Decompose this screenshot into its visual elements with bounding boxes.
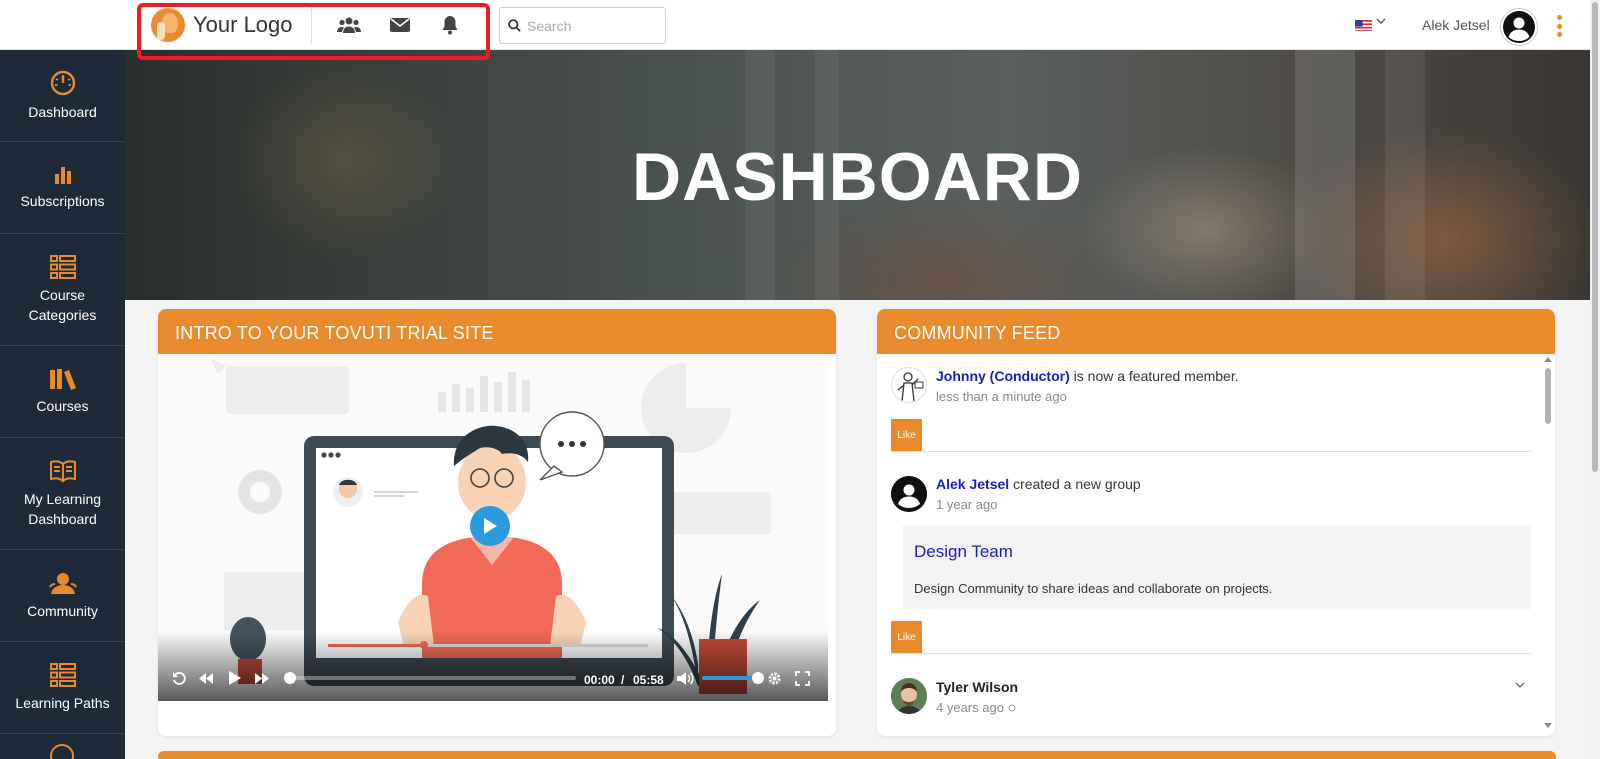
sidebar-next-item-icon[interactable] (50, 744, 74, 759)
sidebar-item-label: Courses (36, 397, 89, 414)
video-player[interactable]: 00:00 / 05:58 (158, 354, 828, 701)
category-list-icon (49, 254, 76, 279)
feed-item-time: less than a minute ago (936, 389, 1067, 404)
next-card-header (158, 751, 1556, 759)
sidebar-item-courses[interactable]: Courses (0, 346, 125, 438)
settings-gear-icon[interactable] (767, 671, 782, 686)
sidebar-item-label: Subscriptions (20, 192, 105, 209)
volume-icon[interactable] (676, 671, 694, 686)
volume-handle[interactable] (752, 672, 764, 684)
bell-icon[interactable] (437, 13, 463, 37)
sidebar: Dashboard Subscriptions Course Categorie… (0, 50, 125, 759)
intro-video-card: INTRO TO YOUR TOVUTI TRIAL SITE 00:00 / … (158, 309, 836, 736)
site-logo[interactable]: Your Logo (151, 8, 293, 42)
volume-slider[interactable] (702, 672, 764, 684)
alek-avatar[interactable] (891, 476, 927, 512)
feed-item: Tyler Wilson 4 years ago (891, 670, 1531, 730)
gauge-icon (50, 70, 75, 95)
feed-card-title: COMMUNITY FEED (877, 309, 1555, 354)
fast-forward-icon[interactable] (254, 672, 270, 685)
sidebar-item-community[interactable]: Community (0, 550, 125, 642)
more-menu-icon[interactable] (1556, 15, 1562, 37)
page-scrollbar[interactable] (1590, 0, 1600, 759)
feed-item-time: 1 year ago (936, 497, 998, 512)
feed-scroll-thumb[interactable] (1545, 368, 1551, 424)
sidebar-item-subscriptions[interactable]: Subscriptions (0, 142, 125, 234)
sidebar-item-label: Learning Paths (15, 694, 110, 711)
replay-icon[interactable] (172, 671, 186, 685)
sidebar-item-my-learning-dashboard[interactable]: My Learning Dashboard (0, 438, 125, 550)
video-progress-bar[interactable] (284, 672, 576, 684)
toolbar-divider (311, 6, 312, 44)
group-preview[interactable]: Design Team Design Community to share id… (903, 525, 1531, 609)
video-progress-handle[interactable] (284, 672, 296, 684)
time-separator: / (621, 673, 625, 687)
public-icon (1008, 704, 1016, 712)
logo-text: Your Logo (193, 12, 293, 37)
sidebar-item-label: Community (27, 602, 98, 619)
play-control-icon[interactable] (228, 670, 242, 686)
search-input[interactable] (527, 17, 657, 34)
fullscreen-icon[interactable] (795, 671, 810, 686)
community-feed-card: COMMUNITY FEED Johnny (Conductor) is now… (877, 309, 1555, 736)
like-button[interactable]: Like (891, 419, 922, 451)
user-avatar[interactable] (1500, 8, 1538, 46)
us-flag-icon[interactable] (1355, 19, 1372, 31)
sidebar-item-label: Course Categories (28, 286, 97, 323)
feed-item-time: 4 years ago (936, 700, 1016, 715)
mail-icon[interactable] (387, 13, 413, 37)
sidebar-item-label: My Learning Dashboard (23, 490, 102, 527)
path-list-icon (49, 662, 76, 687)
feed-scrollbar[interactable] (1541, 354, 1555, 732)
tyler-avatar[interactable] (891, 678, 927, 714)
sidebar-item-learning-paths[interactable]: Learning Paths (0, 642, 125, 734)
logo-icon (151, 8, 185, 42)
search-box[interactable] (499, 7, 666, 44)
language-chevron-down-icon[interactable] (1376, 16, 1386, 28)
expand-chevron-icon[interactable] (1515, 682, 1525, 689)
sidebar-item-label: Dashboard (28, 103, 97, 120)
feed-list[interactable]: Johnny (Conductor) is now a featured mem… (877, 354, 1549, 732)
sidebar-item-dashboard[interactable]: Dashboard (0, 50, 125, 142)
play-icon (484, 518, 497, 534)
feed-item-text: Alek Jetsel created a new group (936, 476, 1141, 492)
feed-actor-link[interactable]: Alek Jetsel (936, 476, 1009, 492)
search-icon (508, 19, 521, 32)
open-book-icon (49, 459, 76, 482)
feed-actor-name[interactable]: Tyler Wilson (936, 679, 1018, 695)
sidebar-item-course-categories[interactable]: Course Categories (0, 234, 125, 346)
rewind-icon[interactable] (198, 672, 214, 685)
feed-item-text: Johnny (Conductor) is now a featured mem… (936, 368, 1239, 384)
intro-card-title: INTRO TO YOUR TOVUTI TRIAL SITE (158, 309, 836, 354)
group-name-link[interactable]: Design Team (914, 542, 1013, 562)
video-play-button[interactable] (470, 506, 510, 546)
user-name[interactable]: Alek Jetsel (1422, 17, 1490, 33)
duration: 05:58 (633, 673, 664, 687)
video-controls: 00:00 / 05:58 (158, 631, 828, 701)
bar-chart-icon (54, 166, 71, 184)
current-time: 00:00 (584, 673, 615, 687)
users-icon[interactable] (336, 13, 362, 37)
community-user-icon (48, 572, 77, 594)
feed-item: Johnny (Conductor) is now a featured mem… (891, 354, 1531, 454)
hero-banner: DASHBOARD (125, 50, 1590, 300)
conductor-avatar[interactable] (891, 367, 927, 403)
feed-actor-link[interactable]: Johnny (Conductor) (936, 368, 1070, 384)
top-bar: Your Logo Alek Jetsel (0, 0, 1590, 50)
page-scroll-thumb[interactable] (1592, 2, 1598, 472)
like-button[interactable]: Like (891, 621, 922, 653)
books-icon (49, 368, 76, 390)
group-description: Design Community to share ideas and coll… (914, 581, 1273, 596)
page-title: DASHBOARD (632, 139, 1083, 215)
